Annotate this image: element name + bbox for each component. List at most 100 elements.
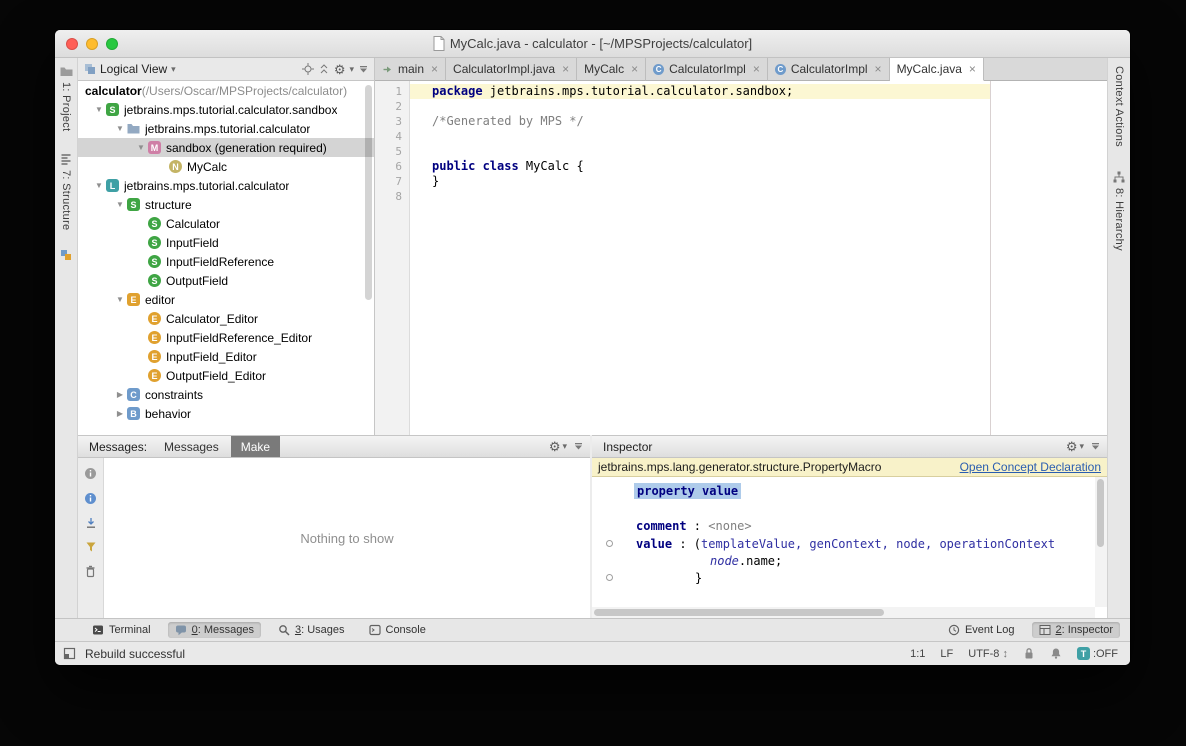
messages-tab-make[interactable]: Make [231,436,280,457]
gear-dropdown-icon[interactable]: ▾ [562,441,567,452]
inspector-hscrollbar[interactable] [592,607,1095,618]
tool-button-project[interactable]: 1: Project [55,58,77,131]
fold-handle-icon[interactable] [606,574,613,581]
close-icon[interactable]: × [429,63,438,75]
tree-item-editor-inputfieldreference[interactable]: E InputFieldReference_Editor [78,328,374,347]
filter-icon[interactable] [85,541,97,553]
trash-icon[interactable] [84,565,97,578]
close-icon[interactable]: × [629,63,638,75]
open-concept-declaration-link[interactable]: Open Concept Declaration [950,460,1101,474]
tree-item-models-folder[interactable]: ▼ jetbrains.mps.tutorial.calculator [78,119,374,138]
gear-icon[interactable]: ⚙ [1066,440,1078,453]
toolbar-button-messages[interactable]: 0: Messages [168,622,261,638]
toolbar-button-terminal[interactable]: Terminal [85,622,158,638]
tool-button-hierarchy[interactable]: 8: Hierarchy [1108,163,1130,251]
chevron-down-icon[interactable]: ▼ [134,143,148,152]
editor-tab-calculatorimpl-2[interactable]: C CalculatorImpl × [768,58,890,81]
tree-item-project-root[interactable]: calculator (/Users/Oscar/MPSProjects/cal… [78,81,374,100]
minimize-window-button[interactable] [86,38,98,50]
close-icon[interactable]: × [873,63,882,75]
tree-item-sandbox-model[interactable]: ▼ M sandbox (generation required) [78,138,374,157]
export-icon[interactable] [85,517,97,529]
concept-fqname: jetbrains.mps.lang.generator.structure.P… [598,460,881,474]
code-area[interactable]: package jetbrains.mps.tutorial.calculato… [410,81,1107,435]
editor-tab-mycalc-java-active[interactable]: MyCalc.java × [890,58,984,81]
tree-item-mycalc-node[interactable]: N MyCalc [78,157,374,176]
tree-item-structure-aspect[interactable]: ▼ S structure [78,195,374,214]
tree-item-editor-outputfield[interactable]: E OutputField_Editor [78,366,374,385]
keyword-token: value [636,537,672,551]
inspector-code-line: comment : <none> [636,519,752,533]
locate-icon[interactable] [302,63,314,75]
gear-dropdown-icon[interactable]: ▾ [1079,441,1084,452]
info-icon[interactable] [84,467,97,480]
tree-item-concept-inputfield[interactable]: S InputField [78,233,374,252]
chevron-down-icon[interactable]: ▼ [113,124,127,133]
tool-window-switcher-icon[interactable] [63,647,76,660]
inspector-vscrollbar[interactable] [1095,477,1107,607]
gear-icon[interactable]: ⚙ [549,440,561,453]
chevron-right-icon[interactable]: ▶ [113,409,127,418]
inspector-icon [1039,624,1051,636]
tree-item-behavior-aspect[interactable]: ▶ B behavior [78,404,374,423]
chevron-right-icon[interactable]: ▶ [113,390,127,399]
chevron-down-icon[interactable]: ▼ [92,105,106,114]
editor-tab-calculatorimpl-java[interactable]: CalculatorImpl.java × [446,58,577,81]
close-icon[interactable]: × [560,63,569,75]
editor-concept-icon: E [148,369,161,382]
tree-item-concept-outputfield[interactable]: S OutputField [78,271,374,290]
collapse-all-icon[interactable] [318,63,330,75]
tree-scrollbar[interactable] [365,85,372,300]
inspector-editor[interactable]: property value comment : <none> value : … [592,477,1107,618]
encoding-widget[interactable]: UTF-8↕ [968,648,1008,660]
editor-tab-calculatorimpl-1[interactable]: C CalculatorImpl × [646,58,768,81]
toolbar-button-console[interactable]: Console [362,622,433,638]
zoom-window-button[interactable] [106,38,118,50]
tree-item-concept-inputfieldreference[interactable]: S InputFieldReference [78,252,374,271]
tree-item-editor-inputfield[interactable]: E InputField_Editor [78,347,374,366]
messages-tab-messages[interactable]: Messages [154,436,229,457]
editor-tab-mycalc[interactable]: MyCalc × [577,58,646,81]
close-icon[interactable]: × [751,63,760,75]
balloon-info-icon[interactable] [84,492,97,505]
class-icon: C [775,64,786,75]
tree-item-language[interactable]: ▼ L jetbrains.mps.tutorial.calculator [78,176,374,195]
tree-item-label: Calculator [166,217,220,231]
chevron-down-icon[interactable]: ▾ [171,64,176,75]
gear-icon[interactable]: ⚙ [334,63,346,76]
gear-dropdown-icon[interactable]: ▾ [349,64,354,75]
tree-item-constraints-aspect[interactable]: ▶ C constraints [78,385,374,404]
lock-icon[interactable] [1023,647,1035,660]
close-icon[interactable]: × [967,63,976,75]
hide-panel-icon[interactable] [358,64,369,75]
tool-button-structure-label: 7: Structure [60,170,72,230]
editor-tab-main[interactable]: main × [375,58,446,81]
class-icon: C [653,64,664,75]
toolbar-button-usages[interactable]: 3: Usages [271,622,352,638]
tool-button-misc[interactable] [55,241,77,261]
chevron-down-icon[interactable]: ▼ [113,295,127,304]
inspector-selected-cell[interactable]: property value [634,484,741,498]
caret-position-widget[interactable]: 1:1 [910,648,925,660]
tree-item-editor-aspect[interactable]: ▼ E editor [78,290,374,309]
view-selector[interactable]: Logical View [100,62,167,76]
toolbar-button-label: Console [386,624,426,636]
chevron-down-icon[interactable]: ▼ [92,181,106,190]
tool-button-structure[interactable]: 7: Structure [55,145,77,230]
tree-item-editor-calculator[interactable]: E Calculator_Editor [78,309,374,328]
fold-handle-icon[interactable] [606,540,613,547]
tree-item-concept-calculator[interactable]: S Calculator [78,214,374,233]
toolbar-button-event-log[interactable]: Event Log [941,622,1022,638]
close-window-button[interactable] [66,38,78,50]
hide-panel-icon[interactable] [1090,441,1101,452]
inspector-caption: Inspector [598,440,657,454]
notifications-bell-icon[interactable] [1050,647,1062,660]
chevron-down-icon[interactable]: ▼ [113,200,127,209]
tool-button-context-actions[interactable]: Context Actions [1108,58,1130,147]
toolbar-button-inspector[interactable]: 2: Inspector [1032,622,1120,638]
tree-item-solution[interactable]: ▼ S jetbrains.mps.tutorial.calculator.sa… [78,100,374,119]
typing-mode-widget[interactable]: T :OFF [1077,647,1118,660]
line-separator-widget[interactable]: LF [940,648,953,660]
hide-panel-icon[interactable] [573,441,584,452]
title-bar[interactable]: MyCalc.java - calculator - [~/MPSProject… [55,30,1130,58]
